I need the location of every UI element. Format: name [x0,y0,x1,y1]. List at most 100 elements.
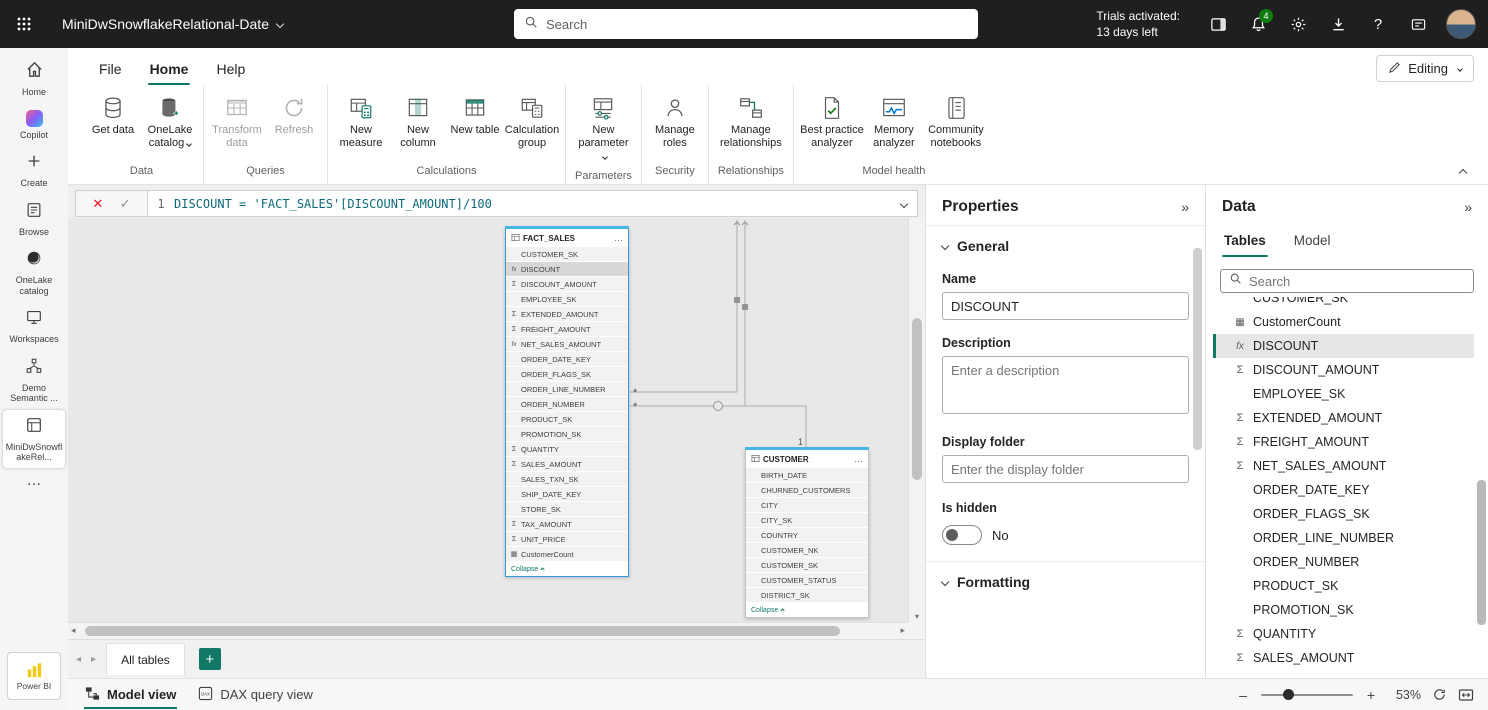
data-field-row[interactable]: Σ NET_SALES_AMOUNT [1213,454,1474,478]
field-row[interactable]: CUSTOMER_SK [746,558,868,572]
reset-zoom-icon[interactable] [1432,687,1447,702]
field-row[interactable]: Σ QUANTITY [506,442,628,456]
field-row[interactable]: ▦ CustomerCount [506,547,628,561]
collapse-panel-icon[interactable]: » [1181,199,1189,215]
fit-to-screen-icon[interactable] [1458,687,1474,703]
sidebar-item-home[interactable]: Home [3,54,65,103]
sidebar-item-create[interactable]: Create [3,146,65,194]
tab-file[interactable]: File [86,53,135,85]
help-icon[interactable]: ? [1360,6,1396,42]
field-row[interactable]: PROMOTION_SK [506,427,628,441]
collapse-table-link[interactable]: Collapse [506,562,628,576]
cancel-formula-icon[interactable]: ✕ [92,196,103,212]
app-launcher-icon[interactable] [0,0,48,48]
is-hidden-toggle[interactable] [942,525,982,545]
collapse-ribbon-icon[interactable] [1459,169,1467,177]
sidebar-item-more[interactable]: … [3,469,65,492]
commit-formula-icon[interactable]: ✓ [120,196,131,212]
data-field-row[interactable]: Σ EXTENDED_AMOUNT [1213,406,1474,430]
scroll-right-icon[interactable]: ▸ [900,625,905,636]
data-field-row[interactable]: ORDER_FLAGS_SK [1213,502,1474,526]
add-layout-button[interactable]: + [199,648,221,670]
memory-analyzer-button[interactable]: Memory analyzer [866,90,922,154]
zoom-slider-thumb[interactable] [1283,689,1294,700]
zoom-slider[interactable] [1261,694,1353,696]
table-card-customer[interactable]: CUSTOMER … BIRTH_DATE CHURNED_CUSTOMERS … [745,449,869,618]
scroll-left-icon[interactable]: ◂ [71,625,76,636]
data-field-row[interactable]: CUSTOMER_SK [1213,297,1474,310]
data-field-row[interactable]: PROMOTION_SK [1213,598,1474,622]
manage-roles-button[interactable]: Manage roles [647,90,703,154]
tab-home[interactable]: Home [137,53,202,85]
expand-formula-bar-icon[interactable] [891,201,917,207]
data-field-row[interactable]: EMPLOYEE_SK [1213,382,1474,406]
dax-query-view-button[interactable]: DAX DAX query view [187,679,323,710]
community-notebooks-button[interactable]: Community notebooks [923,90,989,154]
field-row[interactable]: Σ EXTENDED_AMOUNT [506,307,628,321]
field-row[interactable]: Σ UNIT_PRICE [506,532,628,546]
display-folder-field[interactable] [942,455,1189,483]
zoom-out-icon[interactable]: – [1236,687,1250,703]
get-data-button[interactable]: Get data [85,90,141,141]
field-row[interactable]: PRODUCT_SK [506,412,628,426]
prev-tab-icon[interactable]: ◂ [76,654,81,665]
field-row[interactable]: CUSTOMER_NK [746,543,868,557]
field-row[interactable]: DISTRICT_SK [746,588,868,602]
scrollbar-thumb[interactable] [912,318,922,480]
data-scrollbar-thumb[interactable] [1477,480,1486,625]
data-field-row[interactable]: ORDER_LINE_NUMBER [1213,526,1474,550]
data-field-row[interactable]: ORDER_NUMBER [1213,550,1474,574]
next-tab-icon[interactable]: ▸ [91,654,96,665]
sidebar-item-browse[interactable]: Browse [3,195,65,243]
field-row[interactable]: EMPLOYEE_SK [506,292,628,306]
tab-all-tables[interactable]: All tables [106,643,185,675]
field-row[interactable]: BIRTH_DATE [746,468,868,482]
new-measure-button[interactable]: New measure [333,90,389,154]
name-field[interactable] [942,292,1189,320]
general-section-header[interactable]: General [926,226,1205,266]
onelake-catalog-button[interactable]: OneLake catalog [142,90,198,154]
zoom-in-icon[interactable]: + [1364,687,1378,703]
table-more-menu-icon[interactable]: … [614,233,623,243]
field-row[interactable]: CITY_SK [746,513,868,527]
data-field-row[interactable]: Σ FREIGHT_AMOUNT [1213,430,1474,454]
best-practice-analyzer-button[interactable]: Best practice analyzer [799,90,865,154]
download-icon[interactable] [1320,6,1356,42]
data-field-row[interactable]: ▦ CustomerCount [1213,310,1474,334]
data-field-row[interactable]: Σ DISCOUNT_AMOUNT [1213,358,1474,382]
data-field-row[interactable]: fx DISCOUNT [1213,334,1474,358]
sidebar-item-copilot[interactable]: Copilot [3,104,65,146]
manage-relationships-button[interactable]: Manage relationships [718,90,784,154]
document-title-dropdown[interactable]: MiniDwSnowflakeRelational-Date [62,16,283,32]
tab-model[interactable]: Model [1292,227,1333,257]
calculation-group-button[interactable]: Calculation group [504,90,560,154]
field-row[interactable]: CITY [746,498,868,512]
field-row[interactable]: ORDER_FLAGS_SK [506,367,628,381]
field-row[interactable]: Σ DISCOUNT_AMOUNT [506,277,628,291]
field-row[interactable]: STORE_SK [506,502,628,516]
field-row[interactable]: ORDER_NUMBER [506,397,628,411]
properties-scrollbar-thumb[interactable] [1193,248,1202,450]
sidebar-item-workspaces[interactable]: Workspaces [3,302,65,350]
settings-gear-icon[interactable] [1280,6,1316,42]
field-row[interactable]: CUSTOMER_SK [506,247,628,261]
field-row[interactable]: SHIP_DATE_KEY [506,487,628,501]
model-view-button[interactable]: Model view [74,679,187,710]
refresh-button[interactable]: Refresh [266,90,322,141]
data-search-input[interactable] [1249,274,1465,289]
field-row[interactable]: Σ FREIGHT_AMOUNT [506,322,628,336]
sidebar-item-demo-semantic[interactable]: Demo Semantic ... [3,351,65,409]
field-row[interactable]: SALES_TXN_SK [506,472,628,486]
table-card-fact-sales[interactable]: FACT_SALES … CUSTOMER_SK fx DISCOUNT Σ D… [505,228,629,577]
data-field-row[interactable]: Σ QUANTITY [1213,622,1474,646]
feedback-icon[interactable] [1400,6,1436,42]
editing-mode-dropdown[interactable]: Editing [1376,55,1474,82]
model-diagram-canvas[interactable]: * * 1 FACT_SALES … CUSTOMER_SK fx DISCOU… [68,218,908,622]
sidebar-item-onelake-catalog[interactable]: OneLake catalog [3,243,65,301]
field-row[interactable]: ORDER_LINE_NUMBER [506,382,628,396]
collapse-table-link[interactable]: Collapse [746,603,868,617]
canvas-vertical-scrollbar[interactable]: ▾ [908,218,925,622]
table-more-menu-icon[interactable]: … [854,454,863,464]
notifications-bell-icon[interactable]: 4 [1240,6,1276,42]
side-panel-toggle-icon[interactable] [1200,6,1236,42]
